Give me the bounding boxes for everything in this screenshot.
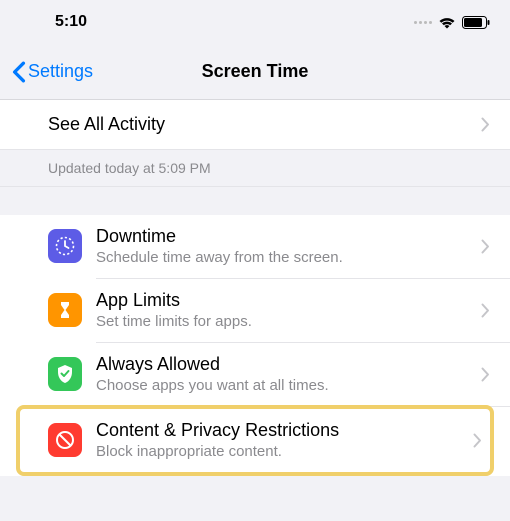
app-limits-row[interactable]: App Limits Set time limits for apps. bbox=[0, 279, 510, 342]
always-allowed-title: Always Allowed bbox=[96, 353, 467, 376]
content-privacy-icon bbox=[48, 423, 82, 457]
always-allowed-icon bbox=[48, 357, 82, 391]
downtime-sub: Schedule time away from the screen. bbox=[96, 248, 467, 268]
content-privacy-row[interactable]: Content & Privacy Restrictions Block ina… bbox=[20, 409, 490, 472]
app-limits-icon bbox=[48, 293, 82, 327]
chevron-left-icon bbox=[12, 61, 26, 83]
see-all-label: See All Activity bbox=[48, 114, 165, 135]
chevron-right-icon bbox=[481, 117, 490, 132]
status-bar: 5:10 bbox=[0, 0, 510, 44]
updated-text: Updated today at 5:09 PM bbox=[0, 150, 510, 187]
cellular-dots-icon bbox=[414, 21, 432, 24]
status-time: 5:10 bbox=[55, 13, 87, 31]
settings-list: Downtime Schedule time away from the scr… bbox=[0, 215, 510, 476]
always-allowed-row[interactable]: Always Allowed Choose apps you want at a… bbox=[0, 343, 510, 406]
back-label: Settings bbox=[28, 61, 93, 82]
chevron-right-icon bbox=[473, 433, 482, 448]
section-spacer bbox=[0, 187, 510, 215]
chevron-right-icon bbox=[481, 239, 490, 254]
always-allowed-sub: Choose apps you want at all times. bbox=[96, 376, 467, 396]
downtime-title: Downtime bbox=[96, 225, 467, 248]
chevron-right-icon bbox=[481, 367, 490, 382]
app-limits-sub: Set time limits for apps. bbox=[96, 312, 467, 332]
status-indicators bbox=[414, 16, 490, 29]
content-privacy-sub: Block inappropriate content. bbox=[96, 442, 459, 462]
back-button[interactable]: Settings bbox=[12, 61, 93, 83]
bottom-spacer bbox=[0, 476, 510, 506]
battery-icon bbox=[462, 16, 490, 29]
app-limits-title: App Limits bbox=[96, 289, 467, 312]
see-all-activity-row[interactable]: See All Activity bbox=[0, 100, 510, 150]
nav-bar: Settings Screen Time bbox=[0, 44, 510, 100]
content-privacy-highlight: Content & Privacy Restrictions Block ina… bbox=[16, 405, 494, 476]
downtime-row[interactable]: Downtime Schedule time away from the scr… bbox=[0, 215, 510, 278]
content-privacy-title: Content & Privacy Restrictions bbox=[96, 419, 459, 442]
wifi-icon bbox=[438, 16, 456, 29]
chevron-right-icon bbox=[481, 303, 490, 318]
downtime-icon bbox=[48, 229, 82, 263]
